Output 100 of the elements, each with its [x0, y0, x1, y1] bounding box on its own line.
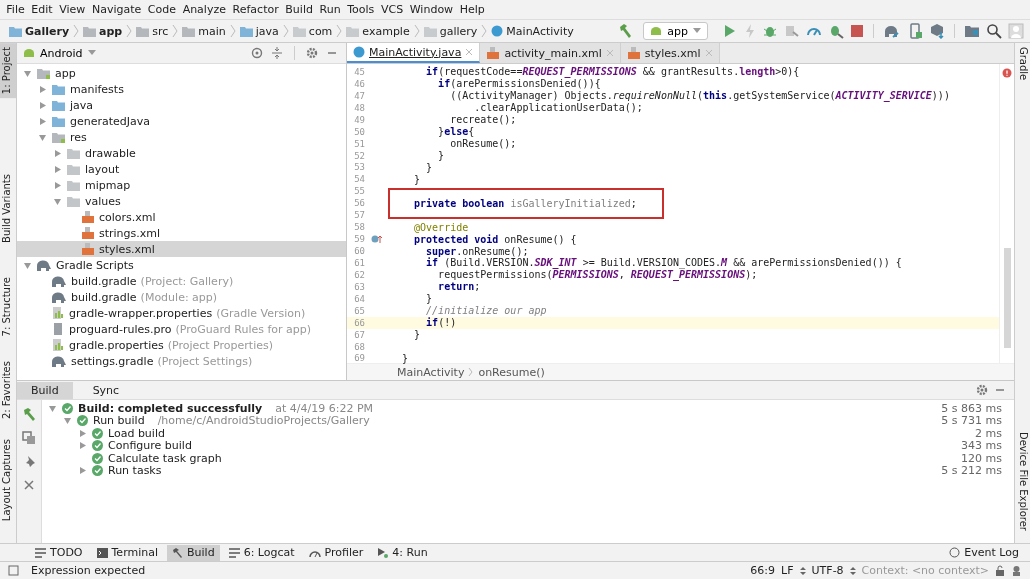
panel-tab[interactable]: Sync — [78, 381, 134, 399]
tree-item[interactable]: proguard-rules.pro (ProGuard Rules for app) — [17, 321, 346, 337]
caret-position[interactable]: 66:9 — [750, 564, 776, 577]
expand-arrow-icon[interactable] — [78, 466, 87, 476]
tool-window-button[interactable]: TODO — [30, 544, 88, 561]
tree-item[interactable]: mipmap — [17, 177, 346, 193]
tool-window-button[interactable]: 4: Run — [372, 544, 433, 561]
breadcrumb-item[interactable]: MainActivity — [397, 365, 465, 379]
line-separator[interactable]: LF — [781, 564, 794, 577]
menu-item[interactable]: Run — [316, 3, 344, 16]
breadcrumb-item[interactable]: MainActivity — [488, 24, 577, 38]
close-icon[interactable] — [23, 479, 35, 491]
tool-window-tab[interactable]: Layout Captures — [0, 434, 16, 525]
tree-item[interactable]: layout — [17, 161, 346, 177]
menu-item[interactable]: Analyze — [179, 3, 230, 16]
tree-item[interactable]: gradle-wrapper.properties (Gradle Version) — [17, 305, 346, 321]
hammer-icon[interactable] — [617, 23, 634, 39]
tree-item[interactable]: manifests — [17, 81, 346, 97]
file-encoding[interactable]: UTF-8 — [811, 564, 844, 577]
folder-grid-icon[interactable] — [964, 23, 980, 39]
hammer-icon[interactable] — [22, 407, 36, 421]
editor-tab[interactable]: MainActivity.java — [347, 43, 481, 63]
breadcrumb-item[interactable]: src — [133, 24, 172, 38]
tool-window-button[interactable]: Profiler — [303, 544, 369, 561]
user-icon[interactable] — [1008, 23, 1024, 39]
expand-arrow-icon[interactable] — [63, 416, 72, 426]
collapse-icon[interactable] — [271, 47, 283, 59]
tree-item[interactable]: app — [17, 65, 346, 81]
editor-tab[interactable]: styles.xml — [620, 43, 720, 63]
run-configuration-dropdown[interactable]: app — [643, 22, 708, 40]
settings-icon[interactable] — [306, 47, 318, 59]
breadcrumb-item[interactable]: app — [80, 24, 126, 38]
tree-item[interactable]: java — [17, 97, 346, 113]
tree-item[interactable]: gradle.properties (Project Properties) — [17, 337, 346, 353]
phone-icon[interactable] — [907, 23, 923, 39]
menu-item[interactable]: VCS — [377, 3, 407, 16]
menu-item[interactable]: Help — [456, 3, 489, 16]
panel-tab[interactable]: Build — [17, 381, 73, 399]
restore-icon[interactable] — [22, 431, 36, 445]
tree-item[interactable]: strings.xml — [17, 225, 346, 241]
tree-item[interactable]: generatedJava — [17, 113, 346, 129]
tool-window-tab[interactable]: 1: Project — [0, 43, 16, 99]
expand-arrow-icon[interactable] — [38, 116, 47, 126]
bug-icon[interactable] — [828, 23, 844, 39]
menu-item[interactable]: Build — [282, 3, 317, 16]
menu-item[interactable]: Navigate — [88, 3, 145, 16]
event-log-button[interactable]: Event Log — [944, 544, 1024, 561]
breadcrumb-item[interactable]: com — [289, 24, 336, 38]
tree-item[interactable]: res — [17, 129, 346, 145]
expand-arrow-icon[interactable] — [78, 441, 87, 451]
breadcrumb-item[interactable]: onResume() — [478, 365, 545, 379]
menu-item[interactable]: File — [3, 3, 28, 16]
build-tree-item[interactable]: Load build 2 ms — [42, 427, 1014, 440]
lightning-icon[interactable] — [744, 23, 756, 39]
tree-item[interactable]: values — [17, 193, 346, 209]
menu-item[interactable]: Edit — [28, 3, 56, 16]
breadcrumb-item[interactable]: java — [236, 24, 282, 38]
expand-arrow-icon[interactable] — [48, 403, 57, 413]
window-icon[interactable] — [8, 565, 19, 576]
tool-window-button[interactable]: Build — [167, 544, 220, 561]
build-tree-item[interactable]: Run tasks 5 s 212 ms — [42, 464, 1014, 477]
expand-arrow-icon[interactable] — [23, 68, 32, 78]
inspector-icon[interactable] — [1011, 565, 1022, 576]
close-icon[interactable] — [465, 48, 474, 56]
tool-window-button[interactable]: 6: Logcat — [223, 544, 300, 561]
editor-tab[interactable]: activity_main.xml — [480, 43, 621, 63]
elephant-icon[interactable] — [883, 23, 901, 39]
tree-item[interactable]: colors.xml — [17, 209, 346, 225]
lock-icon[interactable] — [995, 565, 1005, 576]
tree-item[interactable]: Gradle Scripts — [17, 257, 346, 273]
stop-icon[interactable] — [850, 24, 864, 38]
expand-arrow-icon[interactable] — [78, 428, 87, 438]
breadcrumb-item[interactable]: Gallery — [6, 24, 73, 38]
scrollbar[interactable] — [1003, 248, 1011, 348]
tool-window-tab[interactable]: 2: Favorites — [0, 356, 16, 423]
menu-item[interactable]: Refactor — [229, 3, 283, 16]
tool-window-tab[interactable]: Device File Explorer — [1015, 428, 1030, 535]
menu-item[interactable]: View — [55, 3, 89, 16]
build-tree-item[interactable]: Run build /home/c/AndroidStudioProjects/Gallery 5 s 731 ms — [42, 414, 1014, 427]
tool-window-tab[interactable]: 7: Structure — [0, 273, 16, 341]
tree-item[interactable]: build.gradle (Module: app) — [17, 289, 346, 305]
menu-item[interactable]: Code — [144, 3, 180, 16]
settings-icon[interactable] — [976, 384, 988, 396]
tree-item[interactable]: styles.xml — [17, 241, 346, 257]
tool-window-tab[interactable]: Gradle — [1015, 43, 1030, 85]
expand-arrow-icon[interactable] — [38, 84, 47, 94]
expand-arrow-icon[interactable] — [53, 148, 62, 158]
expand-arrow-icon[interactable] — [23, 260, 32, 270]
menu-item[interactable]: Window — [406, 3, 457, 16]
tool-window-tab[interactable]: Build Variants — [0, 170, 16, 248]
expand-arrow-icon[interactable] — [53, 196, 62, 206]
expand-arrow-icon[interactable] — [53, 180, 62, 190]
override-marker-icon[interactable] — [371, 234, 383, 245]
tree-item[interactable]: drawable — [17, 145, 346, 161]
expand-arrow-icon[interactable] — [38, 132, 47, 142]
breadcrumb-item[interactable]: gallery — [420, 24, 481, 38]
search-icon[interactable] — [986, 23, 1002, 39]
build-tree-item[interactable]: Calculate task graph 120 ms — [42, 452, 1014, 465]
expand-arrow-icon[interactable] — [53, 164, 62, 174]
menu-item[interactable]: Tools — [343, 3, 378, 16]
